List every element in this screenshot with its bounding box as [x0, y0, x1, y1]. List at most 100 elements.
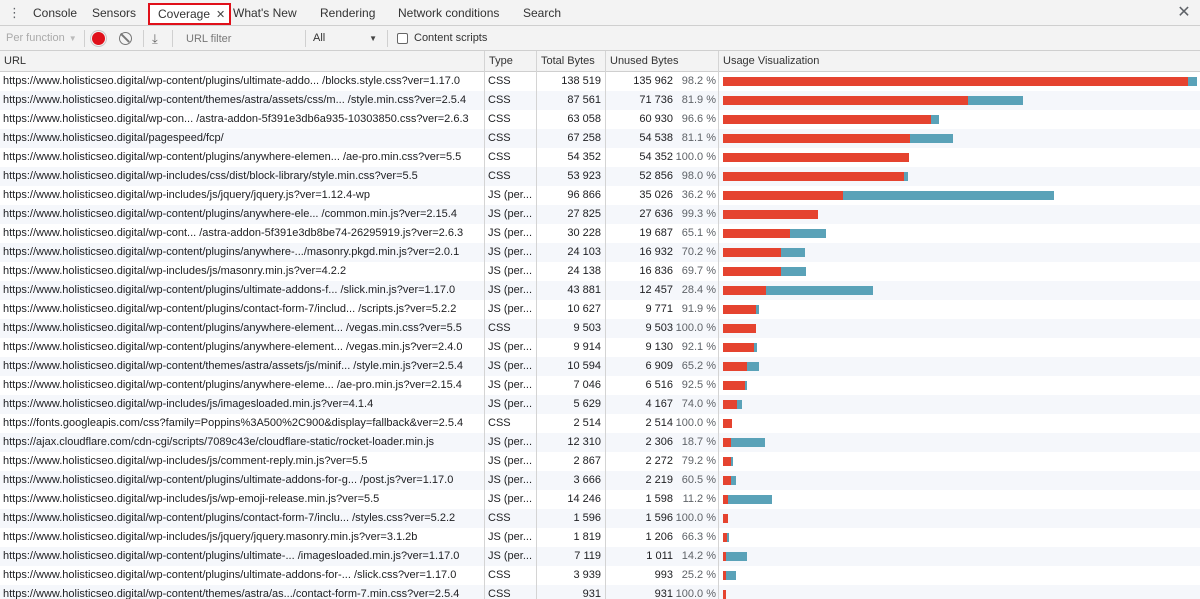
- download-icon[interactable]: ⤓: [152, 26, 158, 51]
- url-cell: https://www.holisticseo.digital/wp-con..…: [3, 113, 469, 125]
- table-row[interactable]: https://www.holisticseo.digital/wp-conte…: [0, 376, 1200, 395]
- table-row[interactable]: https://www.holisticseo.digital/wp-conte…: [0, 319, 1200, 338]
- record-icon[interactable]: [92, 32, 105, 45]
- unused-bytes-value: 16 932: [639, 246, 673, 258]
- unused-bar: [723, 362, 747, 371]
- table-row[interactable]: https://www.holisticseo.digital/wp-conte…: [0, 585, 1200, 599]
- tab-sensors[interactable]: Sensors: [92, 0, 136, 26]
- table-row[interactable]: https://www.holisticseo.digital/wp-conte…: [0, 205, 1200, 224]
- unused-bytes-cell: 2 306 18.7 %: [606, 433, 718, 452]
- unused-bytes-cell: 54 352 100.0 %: [606, 148, 718, 167]
- table-row[interactable]: https://www.holisticseo.digital/wp-conte…: [0, 243, 1200, 262]
- url-filter-input[interactable]: [180, 30, 302, 47]
- coverage-toolbar: Per function▼ ⤓ All▼ Content scripts: [0, 26, 1200, 51]
- tab-close-icon[interactable]: ✕: [216, 9, 225, 21]
- url-cell: https://www.holisticseo.digital/wp-inclu…: [3, 531, 418, 543]
- table-row[interactable]: https://www.holisticseo.digital/wp-inclu…: [0, 452, 1200, 471]
- table-row[interactable]: https://www.holisticseo.digital/wp-conte…: [0, 300, 1200, 319]
- content-scripts-checkbox[interactable]: [397, 33, 408, 44]
- unused-bar: [723, 172, 904, 181]
- unused-bytes-value: 9 771: [645, 303, 673, 315]
- table-row[interactable]: https://www.holisticseo.digital/wp-conte…: [0, 471, 1200, 490]
- table-row[interactable]: https://www.holisticseo.digital/wp-conte…: [0, 357, 1200, 376]
- column-header-unused-bytes[interactable]: Unused Bytes: [606, 51, 678, 72]
- unused-percent-value: 98.0 %: [681, 170, 716, 182]
- table-row[interactable]: https://www.holisticseo.digital/wp-conte…: [0, 509, 1200, 528]
- table-row[interactable]: https://www.holisticseo.digital/wp-inclu…: [0, 490, 1200, 509]
- table-row[interactable]: https://www.holisticseo.digital/wp-inclu…: [0, 186, 1200, 205]
- unused-bytes-value: 71 736: [639, 94, 673, 106]
- usage-bar: [723, 533, 730, 542]
- table-row[interactable]: https://www.holisticseo.digital/pagespee…: [0, 129, 1200, 148]
- clear-icon[interactable]: [119, 32, 132, 45]
- table-row[interactable]: https://www.holisticseo.digital/wp-conte…: [0, 91, 1200, 110]
- column-header-usage-visualization[interactable]: Usage Visualization: [719, 51, 819, 72]
- usage-bar: [723, 191, 1055, 200]
- unused-bar: [723, 267, 781, 276]
- table-row[interactable]: https://www.holisticseo.digital/wp-inclu…: [0, 167, 1200, 186]
- unused-bytes-cell: 27 636 99.3 %: [606, 205, 718, 224]
- table-row[interactable]: https://www.holisticseo.digital/wp-inclu…: [0, 528, 1200, 547]
- type-cell: JS (per...: [488, 398, 533, 410]
- total-bytes-cell: 12 310: [567, 436, 601, 448]
- unused-bar: [723, 419, 732, 428]
- unused-bytes-cell: 993 25.2 %: [606, 566, 718, 585]
- unused-bytes-cell: 6 516 92.5 %: [606, 376, 718, 395]
- usage-visualization-cell: [719, 205, 1200, 224]
- type-cell: JS (per...: [488, 360, 533, 372]
- table-row[interactable]: https://ajax.cloudflare.com/cdn-cgi/scri…: [0, 433, 1200, 452]
- table-row[interactable]: https://www.holisticseo.digital/wp-inclu…: [0, 262, 1200, 281]
- column-header-type[interactable]: Type: [485, 51, 513, 72]
- unused-percent-value: 14.2 %: [681, 550, 716, 562]
- unused-bar: [723, 305, 757, 314]
- column-header-url[interactable]: URL: [0, 51, 26, 72]
- usage-bar: [723, 96, 1023, 105]
- type-cell: JS (per...: [488, 550, 533, 562]
- tab-rendering[interactable]: Rendering: [320, 0, 375, 26]
- tab-search[interactable]: Search: [523, 0, 561, 26]
- tab-whats-new[interactable]: What's New: [233, 0, 297, 26]
- unused-bar: [723, 552, 727, 561]
- table-row[interactable]: https://www.holisticseo.digital/wp-conte…: [0, 547, 1200, 566]
- unused-bytes-value: 2 219: [645, 474, 673, 486]
- unused-bytes-cell: 54 538 81.1 %: [606, 129, 718, 148]
- table-row[interactable]: https://www.holisticseo.digital/wp-conte…: [0, 148, 1200, 167]
- unused-bytes-cell: 2 514 100.0 %: [606, 414, 718, 433]
- table-row[interactable]: https://www.holisticseo.digital/wp-conte…: [0, 281, 1200, 300]
- total-bytes-cell: 9 914: [573, 341, 601, 353]
- type-cell: CSS: [488, 588, 511, 599]
- more-vert-icon[interactable]: ⋮: [8, 4, 21, 21]
- table-row[interactable]: https://www.holisticseo.digital/wp-conte…: [0, 338, 1200, 357]
- unused-percent-value: 60.5 %: [681, 474, 716, 486]
- per-function-label: Per function: [6, 32, 65, 44]
- usage-visualization-cell: [719, 338, 1200, 357]
- table-row[interactable]: https://www.holisticseo.digital/wp-conte…: [0, 566, 1200, 585]
- tab-console[interactable]: Console: [33, 0, 77, 26]
- unused-percent-value: 100.0 %: [675, 151, 716, 163]
- column-header-total-bytes[interactable]: Total Bytes: [537, 51, 595, 72]
- tab-coverage[interactable]: Coverage ✕: [148, 3, 232, 25]
- usage-bar: [723, 381, 748, 390]
- unused-bytes-value: 12 457: [639, 284, 673, 296]
- usage-visualization-cell: [719, 490, 1200, 509]
- content-scripts-label[interactable]: Content scripts: [414, 26, 487, 51]
- table-row[interactable]: https://www.holisticseo.digital/wp-inclu…: [0, 395, 1200, 414]
- total-bytes-cell: 2 514: [573, 417, 601, 429]
- unused-bytes-value: 35 026: [639, 189, 673, 201]
- url-cell: https://www.holisticseo.digital/wp-inclu…: [3, 170, 418, 182]
- unused-bytes-value: 1 011: [646, 550, 673, 562]
- table-row[interactable]: https://www.holisticseo.digital/wp-con..…: [0, 110, 1200, 129]
- total-bytes-cell: 63 058: [567, 113, 601, 125]
- unused-percent-value: 100.0 %: [675, 588, 716, 599]
- usage-visualization-cell: [719, 110, 1200, 129]
- per-function-select[interactable]: Per function ▼: [6, 26, 77, 51]
- type-filter-select[interactable]: All ▼: [313, 26, 379, 51]
- tab-network-conditions[interactable]: Network conditions: [398, 0, 499, 26]
- close-icon[interactable]: ✕: [1177, 4, 1191, 21]
- table-row[interactable]: https://fonts.googleapis.com/css?family=…: [0, 414, 1200, 433]
- total-bytes-cell: 96 866: [567, 189, 601, 201]
- total-bytes-cell: 3 666: [573, 474, 601, 486]
- unused-bytes-value: 1 206: [645, 531, 673, 543]
- table-row[interactable]: https://www.holisticseo.digital/wp-conte…: [0, 72, 1200, 91]
- table-row[interactable]: https://www.holisticseo.digital/wp-cont.…: [0, 224, 1200, 243]
